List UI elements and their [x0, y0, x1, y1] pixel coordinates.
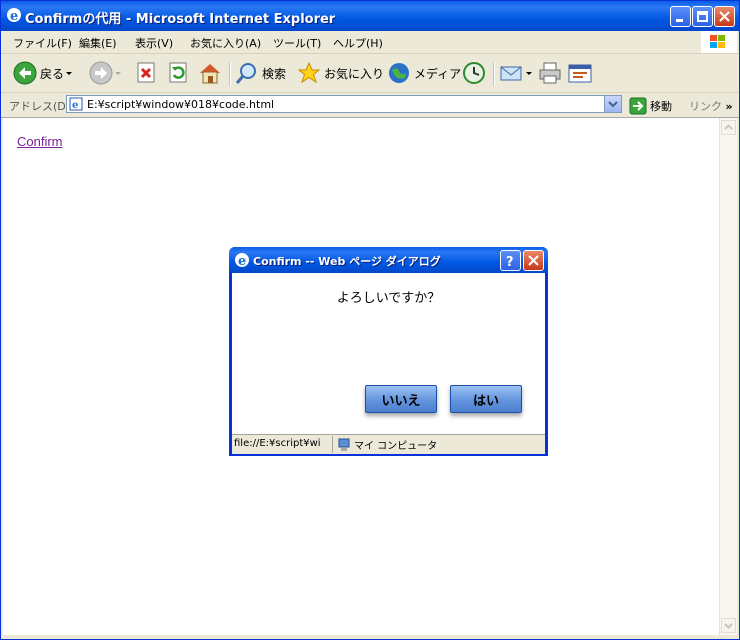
dialog-close-button[interactable] — [523, 250, 544, 271]
go-button[interactable]: 移動 — [629, 97, 672, 115]
edit-button[interactable] — [567, 61, 593, 85]
address-bar: アドレス(D) e E:¥script¥window¥018¥code.html… — [1, 93, 739, 118]
menu-favorites[interactable]: お気に入り(A) — [190, 35, 261, 51]
dialog-title: Confirm -- Web ページ ダイアログ — [253, 255, 441, 268]
page-ie-icon: e — [69, 97, 83, 111]
mail-button[interactable] — [499, 61, 533, 85]
home-icon — [200, 64, 220, 84]
status-zone: マイ コンピュータ — [332, 436, 437, 453]
my-computer-icon — [338, 438, 350, 451]
address-label: アドレス(D) — [9, 100, 71, 113]
minimize-button[interactable] — [670, 6, 691, 27]
history-button[interactable] — [461, 61, 487, 85]
browser-window: e Confirmの代用 - Microsoft Internet Explor… — [0, 0, 740, 640]
links-button[interactable]: リンク » — [689, 98, 733, 114]
refresh-button[interactable] — [167, 61, 189, 85]
search-button[interactable]: 検索 — [235, 61, 286, 85]
address-dropdown-button[interactable] — [604, 96, 621, 112]
scroll-down-button[interactable] — [721, 618, 736, 633]
address-input[interactable]: e E:¥script¥window¥018¥code.html — [66, 95, 622, 113]
menu-tools[interactable]: ツール(T) — [273, 35, 321, 51]
svg-text:e: e — [72, 100, 78, 111]
mail-icon — [500, 66, 522, 81]
media-globe-icon — [389, 63, 409, 83]
menu-view[interactable]: 表示(V) — [135, 35, 173, 51]
scroll-up-button[interactable] — [721, 120, 736, 135]
menu-help[interactable]: ヘルプ(H) — [333, 35, 383, 51]
go-arrow-icon — [629, 97, 647, 115]
menu-bar: ファイル(F) 編集(E) 表示(V) お気に入り(A) ツール(T) ヘルプ(… — [1, 31, 739, 54]
chevron-down-icon — [608, 101, 618, 108]
forward-button[interactable] — [89, 61, 123, 85]
windows-logo — [701, 31, 737, 53]
history-icon — [463, 62, 485, 84]
favorites-button[interactable]: お気に入り — [297, 61, 384, 85]
confirm-link[interactable]: Confirm — [17, 134, 63, 149]
svg-text:?: ? — [506, 255, 514, 267]
star-icon — [297, 61, 321, 84]
address-url: E:¥script¥window¥018¥code.html — [87, 98, 275, 111]
refresh-icon — [169, 62, 187, 83]
back-button[interactable]: 戻る — [13, 61, 74, 85]
printer-icon — [539, 62, 561, 84]
maximize-button[interactable] — [692, 6, 713, 27]
toolbar: 戻る 検索 お気に入り メディア — [1, 54, 739, 93]
home-button[interactable] — [197, 61, 223, 85]
yes-button[interactable]: はい — [450, 385, 522, 413]
vertical-scrollbar[interactable] — [719, 118, 737, 635]
dialog-title-bar[interactable]: e Confirm -- Web ページ ダイアログ ? — [229, 247, 548, 273]
stop-icon — [137, 62, 155, 83]
forward-arrow-icon — [89, 61, 113, 85]
dialog-status-bar: file://E:¥script¥wi マイ コンピュータ — [232, 434, 545, 454]
media-button[interactable]: メディア — [387, 61, 461, 85]
status-path: file://E:¥script¥wi — [234, 438, 321, 449]
confirm-dialog: e Confirm -- Web ページ ダイアログ ? よろしいですか？ いい… — [229, 247, 548, 456]
back-arrow-icon — [13, 61, 37, 85]
no-button[interactable]: いいえ — [365, 385, 437, 413]
window-title: Confirmの代用 - Microsoft Internet Explorer — [25, 12, 336, 27]
stop-button[interactable] — [135, 61, 157, 85]
dropdown-arrow-icon — [115, 72, 121, 75]
search-icon — [235, 63, 256, 84]
ie-icon: e — [235, 253, 249, 268]
title-bar[interactable]: e Confirmの代用 - Microsoft Internet Explor… — [1, 1, 739, 31]
print-button[interactable] — [537, 61, 563, 85]
close-button[interactable] — [714, 6, 735, 27]
svg-text:e: e — [238, 254, 246, 268]
dialog-body: よろしいですか？ いいえ はい — [232, 273, 545, 434]
dialog-message: よろしいですか？ — [336, 291, 441, 306]
menu-edit[interactable]: 編集(E) — [79, 35, 117, 51]
help-button[interactable]: ? — [500, 250, 521, 271]
dropdown-arrow-icon — [526, 72, 532, 75]
edit-icon — [568, 64, 592, 83]
dropdown-arrow-icon — [66, 72, 73, 75]
svg-text:e: e — [10, 9, 18, 23]
menu-file[interactable]: ファイル(F) — [13, 35, 72, 51]
ie-icon: e — [7, 8, 21, 23]
